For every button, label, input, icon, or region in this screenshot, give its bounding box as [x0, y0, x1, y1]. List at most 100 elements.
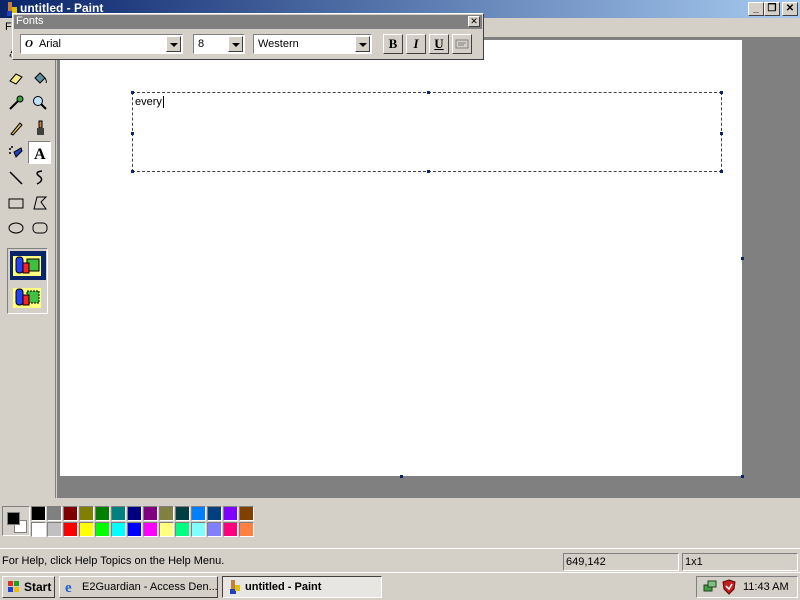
text-box-handle[interactable]	[720, 132, 723, 135]
fill-icon	[34, 72, 47, 84]
current-colors	[2, 506, 30, 536]
palette-swatch[interactable]	[63, 506, 78, 521]
text-box-handle[interactable]	[720, 91, 723, 94]
palette-swatch[interactable]	[239, 506, 254, 521]
palette-swatch[interactable]	[95, 506, 110, 521]
font-name-select[interactable]: O Arial	[20, 34, 183, 54]
palette-swatch[interactable]	[223, 522, 238, 537]
palette-swatch[interactable]	[239, 522, 254, 537]
palette-swatch[interactable]	[207, 506, 222, 521]
text-box-handle[interactable]	[427, 91, 430, 94]
tool-pencil[interactable]	[4, 116, 27, 139]
drawing-canvas[interactable]: every	[60, 40, 742, 476]
minimize-icon: _	[753, 3, 759, 14]
palette-swatch[interactable]	[47, 522, 62, 537]
tool-text[interactable]: A	[28, 141, 51, 164]
palette-swatch[interactable]	[127, 522, 142, 537]
taskbar-button-paint[interactable]: untitled - Paint	[222, 576, 382, 598]
opaque-background-option[interactable]	[10, 251, 46, 280]
palette-swatch[interactable]	[159, 506, 174, 521]
palette-swatch[interactable]	[79, 522, 94, 537]
palette-swatch[interactable]	[223, 506, 238, 521]
palette-swatch[interactable]	[31, 506, 46, 521]
menu-item-file[interactable]: F	[5, 21, 12, 33]
status-cursor-position: 649,142	[563, 553, 679, 571]
canvas-resize-handle[interactable]	[400, 475, 403, 478]
windows-logo-icon	[8, 581, 19, 592]
minimize-button[interactable]: _	[748, 2, 764, 16]
canvas-resize-handle[interactable]	[741, 475, 744, 478]
palette-swatch[interactable]	[79, 506, 94, 521]
opentype-font-icon: O	[25, 38, 33, 50]
restore-icon: ❐	[767, 3, 777, 14]
fonts-toolbar-titlebar[interactable]: Fonts ✕	[14, 15, 482, 29]
tool-line[interactable]	[4, 166, 27, 189]
chevron-down-icon[interactable]	[166, 36, 181, 52]
palette-swatch[interactable]	[191, 522, 206, 537]
svg-text:A: A	[34, 146, 46, 162]
palette-swatch[interactable]	[143, 506, 158, 521]
bold-button[interactable]: B	[383, 34, 403, 54]
tool-airbrush[interactable]	[4, 141, 27, 164]
palette-swatch[interactable]	[31, 522, 46, 537]
font-script-select[interactable]: Western	[253, 34, 372, 54]
text-caret	[162, 96, 164, 109]
line-icon	[9, 171, 23, 185]
taskbar-button-e2guardian[interactable]: e E2Guardian - Access Den...	[59, 576, 218, 598]
palette-swatch[interactable]	[63, 522, 78, 537]
palette-swatch[interactable]	[127, 506, 142, 521]
tool-eraser[interactable]	[4, 66, 27, 89]
text-box-handle[interactable]	[427, 170, 430, 173]
status-bar: For Help, click Help Topics on the Help …	[0, 548, 800, 572]
font-name-value: O Arial	[25, 38, 61, 50]
palette-swatch[interactable]	[207, 522, 222, 537]
palette-swatch[interactable]	[191, 506, 206, 521]
text-box[interactable]: every	[131, 91, 723, 173]
palette-swatch[interactable]	[95, 522, 110, 537]
chevron-down-icon[interactable]	[355, 36, 370, 52]
transparent-background-option[interactable]	[10, 283, 46, 312]
palette-swatch[interactable]	[47, 506, 62, 521]
palette-swatch[interactable]	[143, 522, 158, 537]
paint-app-icon	[230, 580, 240, 594]
canvas-workspace: every	[57, 37, 800, 498]
start-button[interactable]: Start	[2, 576, 55, 598]
rectangle-icon	[8, 198, 24, 209]
text-box-handle[interactable]	[131, 91, 134, 94]
palette-swatch[interactable]	[159, 522, 174, 537]
italic-button[interactable]: I	[406, 34, 426, 54]
fonts-toolbar: Fonts ✕ O Arial 8 Western B I U	[12, 13, 484, 60]
text-box-handle[interactable]	[131, 132, 134, 135]
restore-button[interactable]: ❐	[764, 2, 780, 16]
task-label: untitled - Paint	[245, 581, 322, 593]
tool-ellipse[interactable]	[4, 216, 27, 239]
palette-swatch[interactable]	[175, 522, 190, 537]
palette-swatch[interactable]	[111, 522, 126, 537]
tool-rectangle[interactable]	[4, 191, 27, 214]
close-button[interactable]: ✕	[782, 2, 798, 16]
vertical-text-button[interactable]	[452, 34, 472, 54]
text-box-handle[interactable]	[720, 170, 723, 173]
taskbar-clock: 11:43 AM	[743, 581, 789, 593]
fonts-close-button[interactable]: ✕	[468, 16, 480, 27]
rounded-rect-icon	[32, 222, 48, 234]
tool-magnifier[interactable]	[28, 91, 51, 114]
palette-swatch[interactable]	[175, 506, 190, 521]
opaque-bg-icon	[13, 256, 41, 276]
tool-fill[interactable]	[28, 66, 51, 89]
underline-button[interactable]: U	[429, 34, 449, 54]
tool-polygon[interactable]	[28, 191, 51, 214]
tool-rounded-rectangle[interactable]	[28, 216, 51, 239]
text-box-handle[interactable]	[131, 170, 134, 173]
tool-brush[interactable]	[28, 116, 51, 139]
font-size-select[interactable]: 8	[193, 34, 245, 54]
canvas-resize-handle[interactable]	[741, 257, 744, 260]
tool-curve[interactable]	[28, 166, 51, 189]
shield-icon[interactable]	[721, 579, 737, 595]
palette-swatch[interactable]	[111, 506, 126, 521]
toolbox: A	[0, 37, 56, 498]
network-icon[interactable]	[702, 579, 718, 595]
chevron-down-icon[interactable]	[228, 36, 243, 52]
tool-color-picker[interactable]	[4, 91, 27, 114]
pencil-icon	[10, 122, 23, 136]
